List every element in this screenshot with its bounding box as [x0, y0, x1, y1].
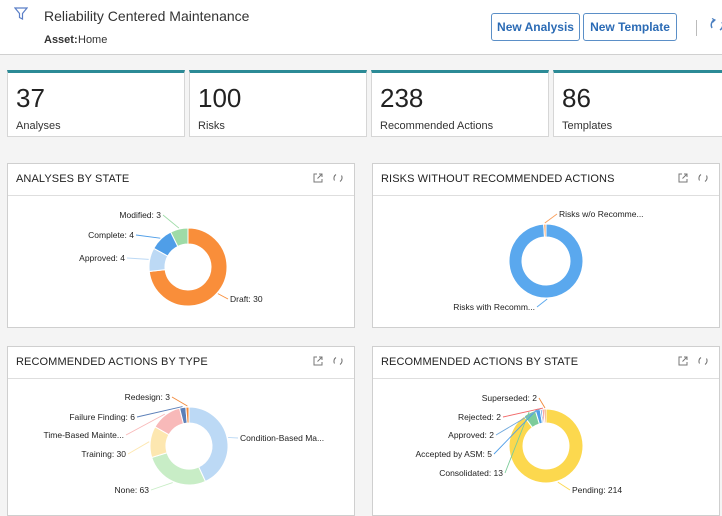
panel-title: RECOMMENDED ACTIONS BY TYPE — [16, 356, 208, 368]
refresh-icon[interactable] — [697, 355, 709, 367]
leader-line — [162, 214, 180, 229]
data-label: Draft: 30 — [230, 294, 263, 304]
tile-risks-value: 100 — [198, 83, 242, 113]
data-label: Consolidated: 13 — [439, 468, 503, 478]
leader-line — [544, 213, 558, 224]
tile-risks[interactable]: 100 Risks — [189, 70, 367, 137]
actions-by-state-chart: Pending: 214 Consolidated: 13 Accepted by … — [415, 393, 622, 495]
data-label: Risks with Recomm... — [453, 302, 535, 312]
leader-line — [536, 298, 548, 308]
risks-without-actions-chart: Risks with Recomm... Risks w/o Recomme... — [453, 209, 644, 312]
data-label: Risks w/o Recomme... — [559, 209, 644, 219]
data-label: Complete: 4 — [88, 230, 134, 240]
panel-header: RISKS WITHOUT RECOMMENDED ACTIONS — [373, 164, 719, 196]
external-link-icon[interactable] — [312, 355, 324, 367]
slice-superseded[interactable] — [543, 408, 547, 424]
data-label: Accepted by ASM: 5 — [415, 449, 492, 459]
data-label: Training: 30 — [81, 449, 126, 459]
panel-header: RECOMMENDED ACTIONS BY TYPE — [8, 347, 354, 379]
data-label: None: 63 — [115, 485, 150, 495]
external-link-icon[interactable] — [312, 172, 324, 184]
tile-templates-label: Templates — [562, 120, 613, 132]
tile-recommended-actions-label: Recommended Actions — [380, 120, 494, 132]
asset-label: Asset: — [44, 34, 78, 46]
refresh-icon[interactable] — [709, 17, 722, 33]
data-label: Condition-Based Ma... — [240, 433, 324, 443]
leader-line — [150, 482, 173, 491]
new-analysis-button[interactable]: New Analysis — [491, 13, 580, 41]
data-label: Redesign: 3 — [125, 392, 171, 402]
tile-analyses-label: Analyses — [16, 120, 61, 132]
tile-recommended-actions-value: 238 — [380, 83, 424, 113]
data-label: Rejected: 2 — [458, 412, 501, 422]
refresh-icon[interactable] — [332, 355, 344, 367]
leader-line — [538, 397, 546, 409]
leader-line — [127, 441, 150, 455]
tile-recommended-actions[interactable]: 238 Recommended Actions — [371, 70, 549, 137]
header-divider — [696, 20, 697, 36]
data-label: Modified: 3 — [119, 210, 161, 220]
page-header: Reliability Centered Maintenance Asset: … — [0, 0, 722, 55]
new-template-button[interactable]: New Template — [583, 13, 677, 41]
leader-line — [557, 481, 571, 491]
data-label: Pending: 214 — [572, 485, 622, 495]
data-label: Approved: 2 — [448, 430, 494, 440]
panel-title: RISKS WITHOUT RECOMMENDED ACTIONS — [381, 173, 615, 185]
asset-value: Home — [78, 34, 108, 46]
tile-templates-value: 86 — [562, 83, 591, 113]
analyses-by-state-panel: ANALYSES BY STATE Draft: 30 Approved: 4 Co… — [7, 163, 355, 328]
slice-none[interactable] — [151, 452, 207, 486]
data-label: Approved: 4 — [79, 253, 125, 263]
actions-by-state-panel: RECOMMENDED ACTIONS BY STATE Pending: 21… — [372, 346, 720, 516]
page-title: Reliability Centered Maintenance — [44, 8, 250, 24]
refresh-icon[interactable] — [697, 172, 709, 184]
leader-line — [217, 293, 229, 300]
analyses-by-state-chart: Draft: 30 Approved: 4 Complete: 4 Modified:… — [79, 210, 263, 307]
leader-line — [228, 436, 239, 439]
leader-line — [171, 396, 188, 407]
tile-templates[interactable]: 86 Templates — [553, 70, 722, 137]
risks-without-actions-panel: RISKS WITHOUT RECOMMENDED ACTIONS Risks … — [372, 163, 720, 328]
refresh-icon[interactable] — [332, 172, 344, 184]
actions-by-type-chart: Condition-Based Ma... None: 63 Training: 3… — [44, 392, 325, 495]
data-label: Superseded: 2 — [482, 393, 538, 403]
external-link-icon[interactable] — [677, 172, 689, 184]
panel-title: RECOMMENDED ACTIONS BY STATE — [381, 356, 579, 368]
leader-line — [126, 257, 149, 260]
data-label: Time-Based Mainte... — [44, 430, 124, 440]
panel-title: ANALYSES BY STATE — [16, 173, 130, 185]
tile-analyses-value: 37 — [16, 83, 45, 113]
leader-line — [135, 234, 161, 239]
tile-analyses[interactable]: 37 Analyses — [7, 70, 185, 137]
data-label: Failure Finding: 6 — [69, 412, 135, 422]
actions-by-type-panel: RECOMMENDED ACTIONS BY TYPE Condition-Ba… — [7, 346, 355, 516]
external-link-icon[interactable] — [677, 355, 689, 367]
panel-header: RECOMMENDED ACTIONS BY STATE — [373, 347, 719, 379]
panel-header: ANALYSES BY STATE — [8, 164, 354, 196]
slice-risks-w-o-recomme[interactable] — [543, 223, 547, 238]
filter-icon[interactable] — [14, 7, 28, 21]
tile-risks-label: Risks — [198, 120, 225, 132]
